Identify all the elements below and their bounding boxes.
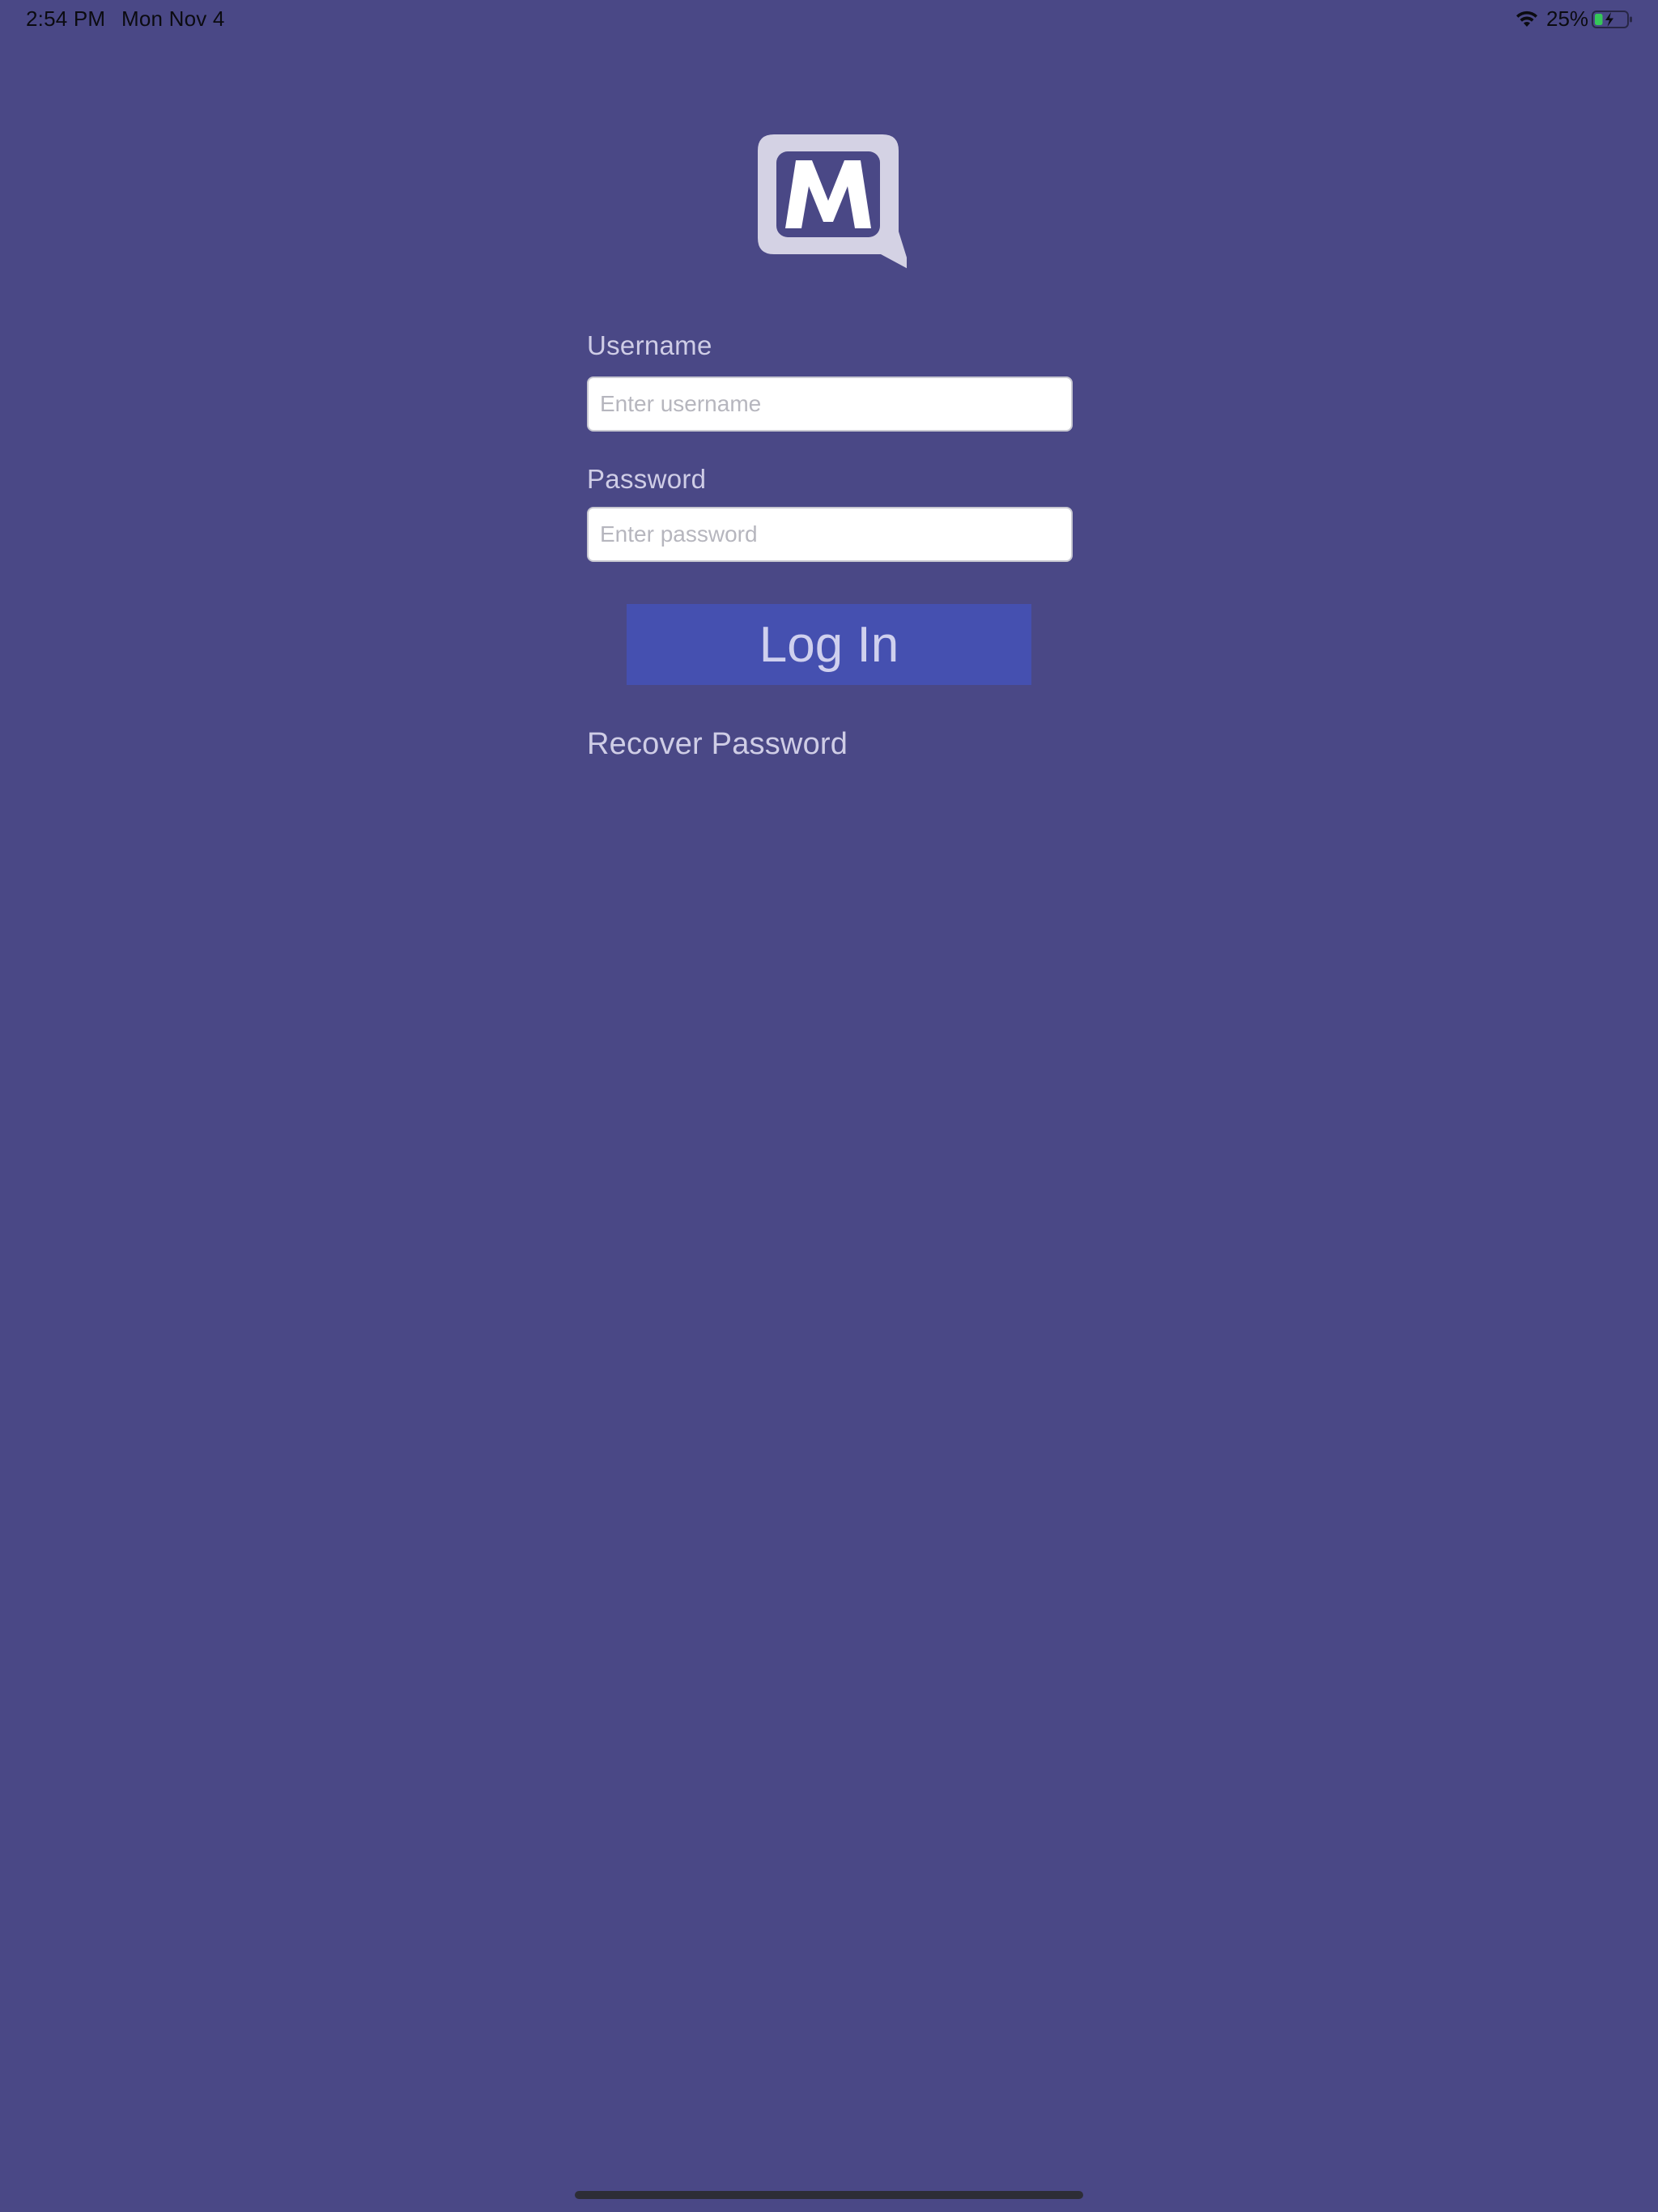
battery-percent: 25% <box>1546 6 1589 31</box>
app-logo-icon <box>758 134 907 269</box>
username-input[interactable] <box>587 376 1073 432</box>
recover-password-link[interactable]: Recover Password <box>587 727 848 762</box>
status-bar: 2:54 PM Mon Nov 4 25% <box>0 0 1658 39</box>
status-date: Mon Nov 4 <box>121 6 225 31</box>
wifi-icon <box>1516 11 1537 27</box>
username-label: Username <box>587 330 712 360</box>
password-input[interactable] <box>587 507 1073 562</box>
status-time: 2:54 PM <box>26 6 106 31</box>
password-label: Password <box>587 464 707 494</box>
home-indicator[interactable] <box>575 2191 1083 2199</box>
battery-charging-icon <box>1592 11 1632 28</box>
login-button[interactable]: Log In <box>627 604 1031 685</box>
